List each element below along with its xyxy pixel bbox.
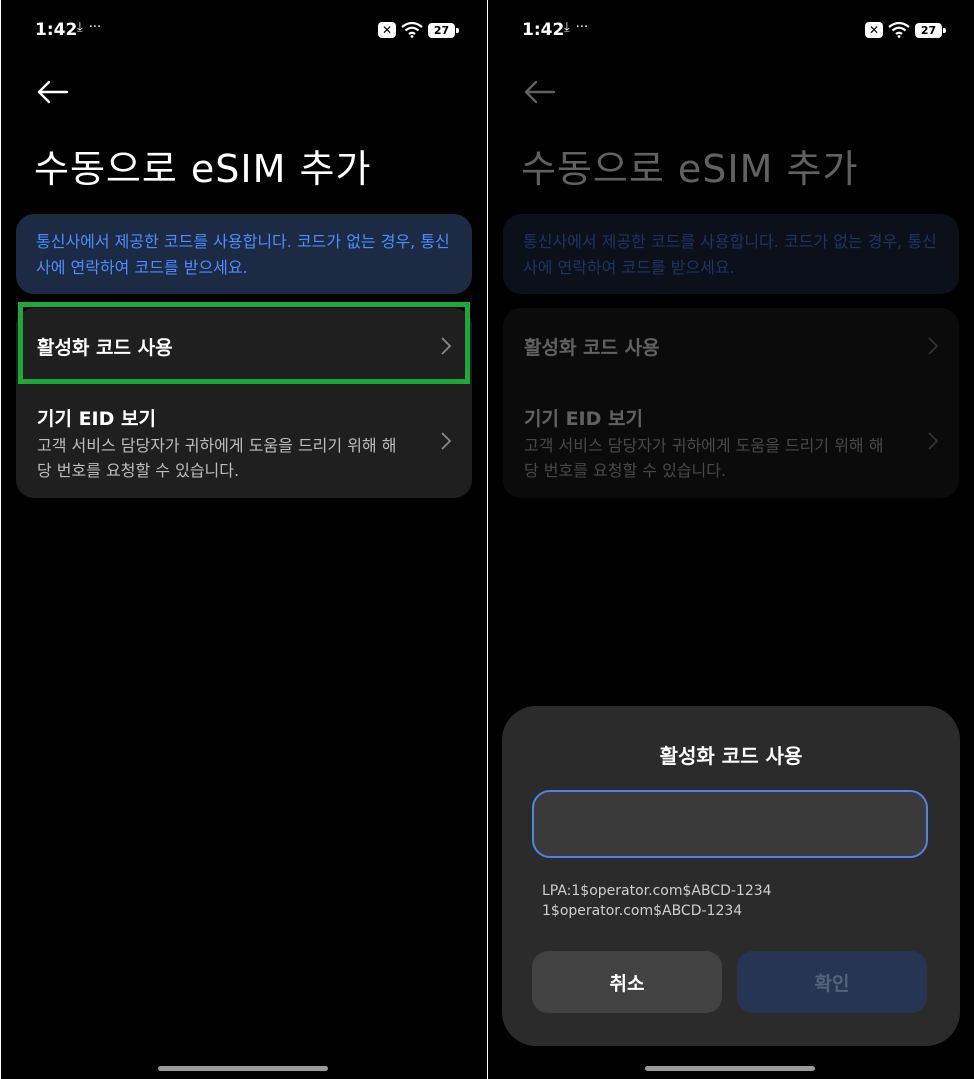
activation-code-dialog: 활성화 코드 사용 LPA:1$operator.com$ABCD-1234 1… <box>502 706 960 1046</box>
option-title: 기기 EID 보기 <box>37 408 156 430</box>
home-indicator[interactable] <box>645 1066 815 1071</box>
options-card: 활성화 코드 사용 기기 EID 보기 고객 서비스 담당자가 귀하에게 도움을… <box>16 308 472 498</box>
confirm-button[interactable]: 확인 <box>737 951 927 1013</box>
status-time: 1:42 <box>35 20 78 40</box>
download-icon: ⤓ <box>564 20 570 35</box>
status-time: 1:42 <box>522 20 565 40</box>
wifi-icon <box>888 22 910 38</box>
screen-right: 1:42 ⤓··· ✕ 27 수동으로 eSIM 추가 통신사에서 제공한 코드… <box>488 0 974 1079</box>
more-dots-icon: ··· <box>575 20 589 35</box>
activation-code-input[interactable] <box>532 790 928 858</box>
chevron-right-icon <box>441 337 452 355</box>
sim-off-icon: ✕ <box>378 22 396 38</box>
option-title: 활성화 코드 사용 <box>37 337 173 359</box>
hint-line-1: LPA:1$operator.com$ABCD-1234 <box>542 883 772 899</box>
wifi-icon <box>401 22 423 38</box>
option-description: 고객 서비스 담당자가 귀하에게 도움을 드리기 위해 해당 번호를 요청할 수… <box>37 436 397 480</box>
home-indicator[interactable] <box>158 1066 328 1071</box>
view-device-eid-item[interactable]: 기기 EID 보기 고객 서비스 담당자가 귀하에게 도움을 드리기 위해 해당… <box>16 383 472 498</box>
page-title: 수동으로 eSIM 추가 <box>34 147 372 191</box>
sim-off-icon: ✕ <box>865 22 883 38</box>
download-icon: ⤓ <box>77 20 83 35</box>
dialog-hint: LPA:1$operator.com$ABCD-1234 1$operator.… <box>542 881 772 921</box>
cancel-button[interactable]: 취소 <box>532 951 722 1013</box>
dialog-title: 활성화 코드 사용 <box>659 744 803 768</box>
battery-icon: 27 <box>428 22 459 38</box>
chevron-right-icon <box>441 432 452 450</box>
hint-line-2: 1$operator.com$ABCD-1234 <box>542 903 743 919</box>
use-activation-code-item[interactable]: 활성화 코드 사용 <box>16 308 472 383</box>
status-bar: 1:42 ⤓ ··· ✕ 27 <box>1 0 487 62</box>
more-dots-icon: ··· <box>88 20 102 35</box>
status-bar: 1:42 ⤓ ··· ✕ 27 <box>488 0 974 62</box>
screen-left: 1:42 ⤓ ··· ✕ 27 수동으로 eSIM 추가 통신사에서 제공한 코드… <box>1 0 487 1079</box>
back-arrow-icon[interactable] <box>34 76 70 108</box>
info-banner: 통신사에서 제공한 코드를 사용합니다. 코드가 없는 경우, 통신사에 연락하… <box>16 214 472 294</box>
battery-icon: 27 <box>915 22 946 38</box>
